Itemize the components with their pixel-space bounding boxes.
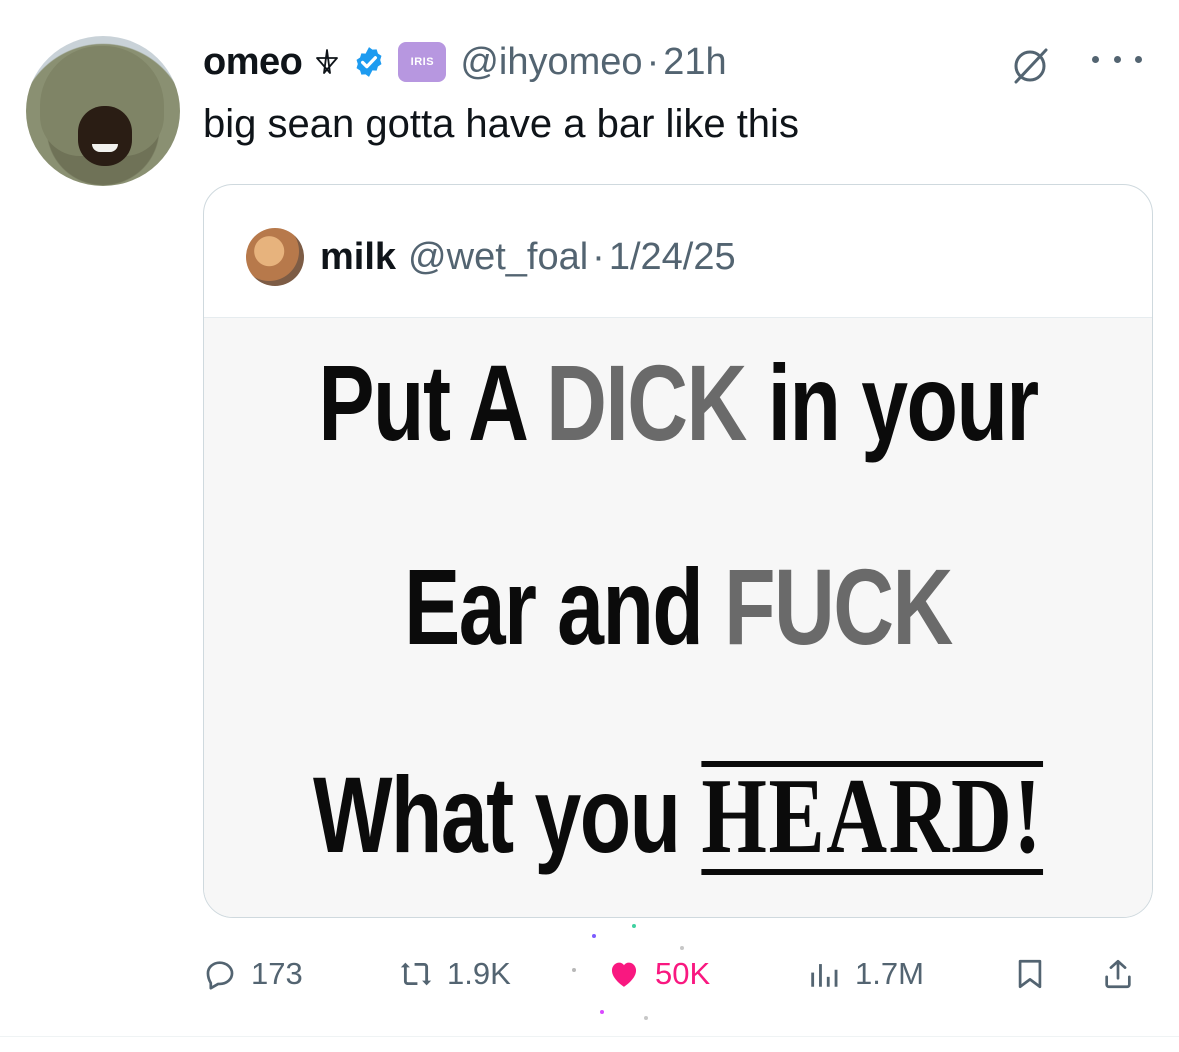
heart-icon xyxy=(611,962,637,987)
repost-button[interactable]: 1.9K xyxy=(399,946,511,1002)
grok-icon[interactable] xyxy=(1008,44,1052,88)
tweet-divider xyxy=(0,1036,1179,1037)
like-sparkle xyxy=(680,946,684,950)
views-button[interactable]: 1.7M xyxy=(807,946,924,1002)
quote-image[interactable]: Put A DICK in your Ear and FUCK What you… xyxy=(204,317,1152,917)
iris-badge[interactable]: IRIS xyxy=(398,42,447,82)
share-icon xyxy=(1105,959,1131,989)
bookmark-button[interactable] xyxy=(1013,946,1047,1002)
image-text: What you xyxy=(312,754,702,875)
verified-icon[interactable] xyxy=(352,45,386,79)
more-icon[interactable] xyxy=(1092,44,1142,74)
repost-icon xyxy=(400,962,432,986)
tweet-time[interactable]: 21h xyxy=(663,41,726,84)
tweet-header: omeo IRIS @ihyomeo · 21h xyxy=(203,34,727,90)
image-line-2: Ear and FUCK xyxy=(308,544,1047,669)
like-sparkle xyxy=(644,1016,648,1020)
reply-button[interactable]: 173 xyxy=(203,946,303,1002)
like-sparkle xyxy=(632,924,636,928)
like-button[interactable]: 50K xyxy=(607,946,710,1002)
repost-count: 1.9K xyxy=(447,956,511,991)
quote-author-name[interactable]: milk xyxy=(320,236,396,279)
image-text: in your xyxy=(745,342,1039,463)
share-button[interactable] xyxy=(1101,946,1135,1002)
reply-icon xyxy=(206,961,234,990)
pentagram-icon xyxy=(316,49,339,74)
author-handle[interactable]: @ihyomeo xyxy=(460,41,642,84)
like-sparkle xyxy=(600,1010,604,1014)
like-count: 50K xyxy=(655,956,711,991)
action-bar: 173 1.9K 50K 1.7M xyxy=(203,946,1143,1002)
quote-author-avatar[interactable] xyxy=(246,228,304,286)
image-line-1: Put A DICK in your xyxy=(308,340,1047,465)
bookmark-icon xyxy=(1018,959,1042,989)
image-text: Ear and xyxy=(404,546,725,667)
image-text-heard: HEARD! xyxy=(701,755,1044,879)
header-separator: · xyxy=(646,40,660,83)
avatar-face xyxy=(78,106,132,166)
image-text-grey: DICK xyxy=(546,342,747,463)
quote-header: milk @wet_foal · 1/24/25 xyxy=(246,228,736,286)
image-line-3: What you HEARD! xyxy=(308,752,1047,879)
like-sparkle xyxy=(592,934,596,938)
author-name[interactable]: omeo xyxy=(203,41,303,84)
image-text-grey: FUCK xyxy=(724,546,953,667)
quote-date[interactable]: 1/24/25 xyxy=(609,236,736,279)
reply-count: 173 xyxy=(251,956,303,991)
tweet-text: big sean gotta have a bar like this xyxy=(203,102,799,146)
view-count: 1.7M xyxy=(855,956,924,991)
more-dot xyxy=(1092,55,1099,63)
more-dot xyxy=(1135,55,1142,63)
author-avatar[interactable] xyxy=(26,36,180,186)
quote-separator: · xyxy=(592,235,605,278)
quote-author-handle[interactable]: @wet_foal xyxy=(408,236,588,279)
quoted-tweet[interactable]: milk @wet_foal · 1/24/25 Put A DICK in y… xyxy=(203,184,1153,918)
avatar-smile xyxy=(92,144,118,152)
image-text: Put A xyxy=(318,342,547,463)
views-icon xyxy=(811,964,838,987)
more-dot xyxy=(1113,55,1121,63)
like-sparkle xyxy=(572,968,576,972)
